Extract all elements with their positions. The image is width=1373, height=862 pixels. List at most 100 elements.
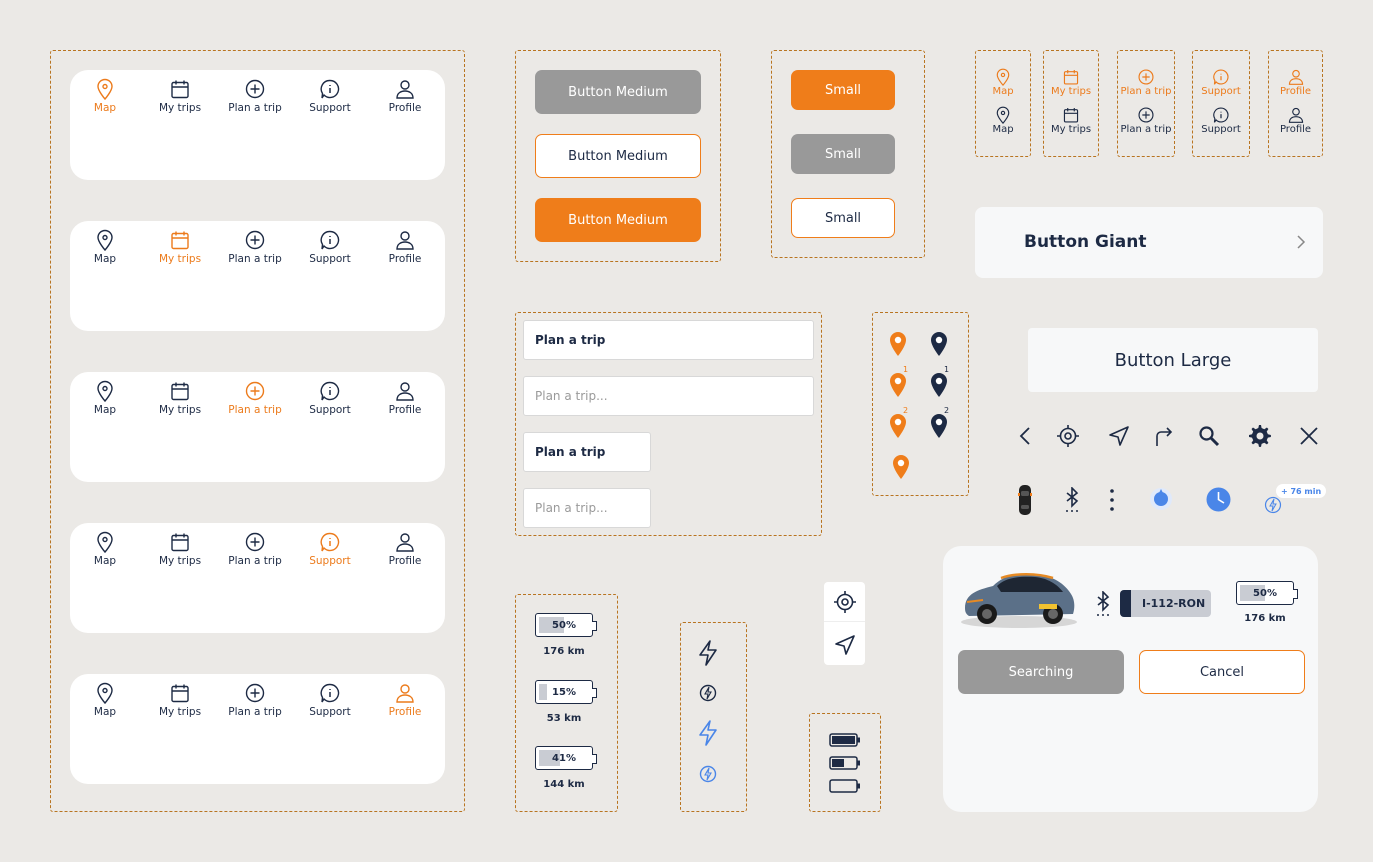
- mini-tab-label: Plan a trip: [1120, 124, 1172, 135]
- tab-map[interactable]: Map: [68, 229, 142, 265]
- tab-plan[interactable]: Plan a trip: [218, 531, 292, 567]
- searching-button[interactable]: Searching: [958, 650, 1124, 694]
- mini-tab-support-active[interactable]: Support: [1191, 68, 1251, 97]
- tab-map[interactable]: Map: [68, 682, 142, 718]
- user-icon: [396, 231, 414, 250]
- tab-label: Support: [309, 102, 351, 114]
- tab-trips[interactable]: My trips: [143, 380, 217, 416]
- tab-label: Map: [93, 404, 117, 416]
- mini-tab-trips-active[interactable]: My trips: [1041, 68, 1101, 97]
- button-small-primary[interactable]: Small: [791, 70, 895, 110]
- mini-tab-map-inactive[interactable]: Map: [973, 106, 1033, 135]
- tab-map[interactable]: Map: [68, 78, 142, 114]
- car-image: [957, 564, 1081, 634]
- map-pin-icon[interactable]: 1: [929, 365, 949, 401]
- plus-circle-icon: [1138, 69, 1154, 85]
- tab-support[interactable]: Support: [293, 78, 367, 114]
- tab-map[interactable]: Map: [68, 380, 142, 416]
- tab-profile[interactable]: Profile: [368, 229, 442, 265]
- trip-input-placeholder[interactable]: Plan a trip...: [523, 376, 814, 416]
- navigate-button[interactable]: [824, 624, 865, 665]
- close-icon[interactable]: [1297, 424, 1321, 452]
- tab-profile[interactable]: Profile: [368, 682, 442, 718]
- gear-icon[interactable]: [1248, 424, 1272, 452]
- mini-tab-map-active[interactable]: Map: [973, 68, 1033, 97]
- tab-label: Support: [309, 706, 351, 718]
- map-pin-icon[interactable]: [929, 330, 949, 360]
- tab-label: Support: [309, 555, 351, 567]
- tab-profile[interactable]: Profile: [368, 380, 442, 416]
- plus-circle-icon: [245, 230, 265, 250]
- battery-range: 144 km: [543, 779, 585, 790]
- tab-trips[interactable]: My trips: [143, 229, 217, 265]
- tab-label: Profile: [388, 253, 422, 265]
- mini-tab-plan-active[interactable]: Plan a trip: [1116, 68, 1176, 97]
- mini-tab-label: Map: [992, 124, 1014, 135]
- tab-profile[interactable]: Profile: [368, 531, 442, 567]
- map-pin-icon[interactable]: 2: [929, 406, 949, 442]
- plus-circle-icon: [245, 381, 265, 401]
- turn-right-icon[interactable]: [1151, 424, 1175, 452]
- chevron-left-icon[interactable]: [1014, 424, 1038, 452]
- user-icon: [1288, 69, 1303, 85]
- battery-percent: 50%: [552, 619, 576, 631]
- tab-label: Map: [93, 555, 117, 567]
- mini-tab-support-inactive[interactable]: Support: [1191, 106, 1251, 135]
- tab-support[interactable]: Support: [293, 531, 367, 567]
- mini-tab-trips-inactive[interactable]: My trips: [1041, 106, 1101, 135]
- car-battery-percent: 50%: [1253, 587, 1277, 599]
- trip-input-filled-small[interactable]: Plan a trip: [523, 432, 651, 472]
- tab-trips[interactable]: My trips: [143, 78, 217, 114]
- crosshair-icon[interactable]: [1056, 424, 1080, 452]
- tab-label: Plan a trip: [228, 253, 282, 265]
- support-chat-icon: [320, 381, 340, 401]
- button-medium-outline[interactable]: Button Medium: [535, 134, 701, 178]
- button-small-outline[interactable]: Small: [791, 198, 895, 238]
- navigation-arrow-icon[interactable]: [1107, 424, 1131, 452]
- button-giant[interactable]: Button Giant: [975, 207, 1323, 278]
- more-vertical-icon[interactable]: [1107, 487, 1117, 517]
- tab-support[interactable]: Support: [293, 682, 367, 718]
- user-icon: [1288, 107, 1303, 123]
- trip-input-filled[interactable]: Plan a trip: [523, 320, 814, 360]
- mini-tab-profile-active[interactable]: Profile: [1266, 68, 1326, 97]
- button-medium-disabled[interactable]: Button Medium: [535, 70, 701, 114]
- tab-profile[interactable]: Profile: [368, 78, 442, 114]
- user-icon: [396, 80, 414, 99]
- tab-support[interactable]: Support: [293, 229, 367, 265]
- battery-indicator: 41%: [535, 746, 597, 770]
- tab-label: My trips: [158, 706, 202, 718]
- tab-label: Plan a trip: [228, 706, 282, 718]
- tab-support[interactable]: Support: [293, 380, 367, 416]
- tab-plan[interactable]: Plan a trip: [218, 229, 292, 265]
- tab-label: Map: [93, 253, 117, 265]
- cancel-button[interactable]: Cancel: [1139, 650, 1305, 694]
- recenter-button[interactable]: [824, 582, 865, 622]
- button-medium-primary[interactable]: Button Medium: [535, 198, 701, 242]
- map-pin-icon[interactable]: 1: [888, 365, 908, 401]
- mini-tab-plan-inactive[interactable]: Plan a trip: [1116, 106, 1176, 135]
- map-pin-icon: [97, 682, 113, 704]
- search-icon[interactable]: [1197, 424, 1221, 452]
- tab-plan[interactable]: Plan a trip: [218, 78, 292, 114]
- tab-trips[interactable]: My trips: [143, 682, 217, 718]
- pin-badge-number: 1: [944, 365, 950, 374]
- plate-number: I-112-RON: [1142, 597, 1206, 610]
- trip-input-placeholder-small[interactable]: Plan a trip...: [523, 488, 651, 528]
- plus-circle-icon: [1138, 107, 1154, 123]
- map-pin-icon[interactable]: [891, 453, 911, 483]
- button-large[interactable]: Button Large: [1028, 328, 1318, 392]
- tab-label: My trips: [158, 404, 202, 416]
- battery-full-icon: [829, 732, 861, 751]
- mini-tab-profile-inactive[interactable]: Profile: [1266, 106, 1326, 135]
- map-pin-icon: [996, 68, 1010, 86]
- tab-map[interactable]: Map: [68, 531, 142, 567]
- button-small-disabled[interactable]: Small: [791, 134, 895, 174]
- tab-plan[interactable]: Plan a trip: [218, 682, 292, 718]
- tab-plan[interactable]: Plan a trip: [218, 380, 292, 416]
- map-pin-icon[interactable]: 2: [888, 406, 908, 442]
- tab-trips[interactable]: My trips: [143, 531, 217, 567]
- map-pin-icon[interactable]: [888, 330, 908, 360]
- mini-tab-label: Plan a trip: [1120, 86, 1172, 97]
- mini-tab-label: Support: [1201, 86, 1241, 97]
